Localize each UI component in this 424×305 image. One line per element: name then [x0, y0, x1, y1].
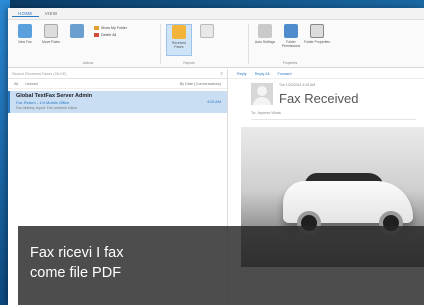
message-title: Fax Received: [279, 91, 359, 106]
sort-button[interactable]: [64, 24, 90, 56]
mail-subject: Fax Return - 1/4 Mobile Office: [16, 100, 70, 105]
auto-settings-button[interactable]: Auto Settings: [252, 24, 278, 56]
fax-icon: [18, 24, 32, 38]
group-label-reports: Reports: [183, 61, 195, 65]
filter-all[interactable]: All: [14, 82, 18, 86]
caption-line-1: Fax ricevi I fax: [30, 245, 124, 261]
search-bar[interactable]: Search Received Faxes (Ctrl+E) ⚲: [8, 69, 227, 79]
move-rules-button[interactable]: Move Rules: [38, 24, 64, 56]
mail-sender: Global TextFax Server Admin: [16, 93, 93, 99]
mail-time: 4:03 AM: [207, 100, 221, 104]
settings-icon: [258, 24, 272, 38]
ribbon-separator: [248, 24, 249, 64]
message-date: Tue 1/02/2024 4:03 AM: [279, 83, 316, 87]
avatar: [251, 83, 273, 105]
forward-button[interactable]: Forward: [278, 72, 292, 76]
mail-preview: Fax delivery report. Fax contents follow…: [16, 106, 78, 110]
filter-bar: All Unread By Date (Conversations): [8, 79, 227, 89]
message-recipient: To: Jaymes Wirds: [251, 111, 281, 115]
delete-all-button[interactable]: Delete All: [94, 33, 116, 37]
search-input[interactable]: Search Received Faxes (Ctrl+E): [12, 72, 67, 76]
folder-permissions-button[interactable]: Folder Permissions: [278, 24, 304, 56]
tab-home[interactable]: HOME: [12, 11, 39, 17]
group-label-properties: Properties: [282, 61, 298, 65]
received-faxes-button[interactable]: Received Faxes: [166, 24, 192, 56]
rules-icon: [44, 24, 58, 38]
ribbon: New Fax Move Rules Show My Folder Delete…: [8, 20, 424, 68]
new-fax-button[interactable]: New Fax: [12, 24, 38, 56]
properties-icon: [310, 24, 324, 38]
star-folder-icon: [172, 25, 186, 39]
delete-icon: [94, 33, 99, 37]
show-folder-button[interactable]: Show My Folder: [94, 26, 127, 30]
filter-unread[interactable]: Unread: [25, 82, 37, 86]
report-button[interactable]: [194, 24, 220, 56]
search-icon[interactable]: ⚲: [220, 71, 223, 76]
ribbon-separator: [160, 24, 161, 64]
list-item[interactable]: Global TextFax Server Admin Fax Return -…: [8, 91, 227, 113]
sort-dropdown[interactable]: By Date (Conversations): [180, 82, 221, 86]
folder-properties-button[interactable]: Folder Properties: [304, 24, 330, 56]
divider: [251, 119, 416, 120]
group-label-actions: Actions: [82, 61, 94, 65]
folder-icon: [94, 26, 99, 30]
report-icon: [200, 24, 214, 38]
reply-all-button[interactable]: Reply All: [255, 72, 270, 76]
tab-view[interactable]: VIEW: [39, 11, 64, 16]
caption-line-2: come file PDF: [30, 264, 122, 281]
reading-actions: Reply Reply All Forward: [229, 69, 424, 79]
permissions-icon: [284, 24, 298, 38]
caption-overlay: Fax ricevi I fax come file PDF: [18, 226, 424, 305]
ribbon-tabs: HOME VIEW: [8, 8, 424, 20]
sort-icon: [70, 24, 84, 38]
reply-button[interactable]: Reply: [237, 72, 247, 76]
